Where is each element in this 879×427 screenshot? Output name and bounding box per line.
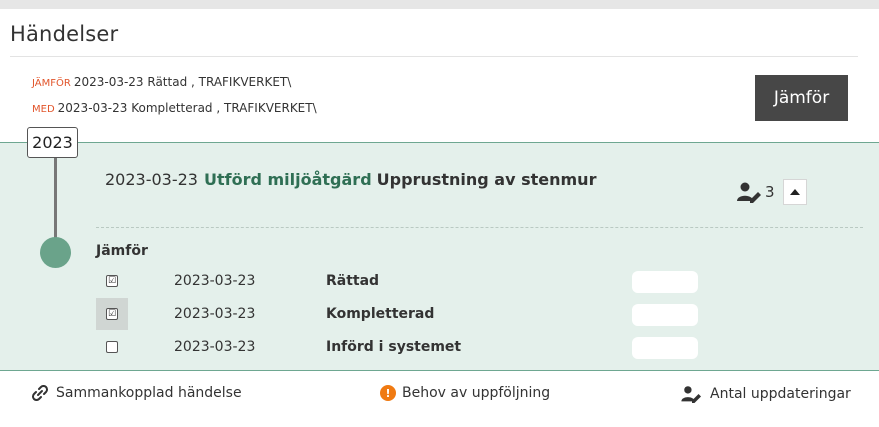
link-icon (31, 385, 49, 401)
user-edit-icon (681, 386, 701, 403)
with-tag: MED (32, 104, 55, 115)
version-checkbox[interactable]: ☑ (106, 308, 118, 320)
legend-followup-label: Behov av uppföljning (402, 385, 551, 401)
version-status: Införd i systemet (326, 339, 462, 355)
version-status: Kompletterad (326, 306, 435, 322)
year-marker: 2023 (27, 127, 78, 158)
redacted-field (632, 337, 698, 359)
dashed-divider (96, 227, 863, 228)
version-checkbox[interactable]: ☑ (106, 275, 118, 287)
compare-first-text: 2023-03-23 Rättad , TRAFIKVERKET\ (73, 75, 292, 89)
redacted-field (632, 271, 698, 293)
checkbox-wrap: ☑ (96, 265, 128, 297)
event-description: Upprustning av stenmur (376, 170, 597, 189)
checkbox-wrap: ☑ (96, 298, 128, 330)
legend-linked: Sammankopplad händelse (30, 385, 242, 401)
compare-second-text: 2023-03-23 Kompletterad , TRAFIKVERKET\ (57, 101, 317, 115)
version-checkbox[interactable] (106, 341, 118, 353)
top-border (0, 0, 879, 9)
event-type: Utförd miljöåtgärd (203, 170, 372, 189)
timeline-line (54, 158, 57, 243)
exclamation-circle-icon: ! (380, 385, 396, 401)
version-date: 2023-03-23 (174, 273, 256, 289)
version-status: Rättad (326, 273, 380, 289)
compare-tag: JÄMFÖR (32, 78, 71, 89)
legend-updates-label: Antal uppdateringar (710, 386, 851, 402)
redacted-field (632, 304, 698, 326)
compare-line-first: JÄMFÖR 2023-03-23 Rättad , TRAFIKVERKET\ (32, 75, 291, 89)
update-count: 3 (765, 183, 775, 201)
checkbox-wrap (96, 331, 128, 363)
legend-followup: ! Behov av uppföljning (380, 385, 550, 401)
legend-linked-label: Sammankopplad händelse (56, 385, 242, 401)
legend-updates: Antal uppdateringar (680, 385, 851, 403)
user-edit-icon (736, 181, 764, 203)
collapse-button[interactable] (783, 179, 807, 205)
chevron-up-icon (790, 188, 800, 195)
compare-line-second: MED 2023-03-23 Kompletterad , TRAFIKVERKE… (32, 101, 317, 115)
panel-title: Händelser (10, 22, 119, 46)
event-date: 2023-03-23 (105, 170, 198, 189)
compare-button[interactable]: Jämför (755, 75, 848, 121)
version-date: 2023-03-23 (174, 306, 256, 322)
event-heading[interactable]: 2023-03-23 Utförd miljöåtgärd Upprustning … (105, 170, 596, 189)
title-divider (10, 56, 858, 57)
compare-versions-title: Jämför (96, 243, 148, 259)
version-date: 2023-03-23 (174, 339, 256, 355)
timeline-dot (40, 237, 71, 268)
